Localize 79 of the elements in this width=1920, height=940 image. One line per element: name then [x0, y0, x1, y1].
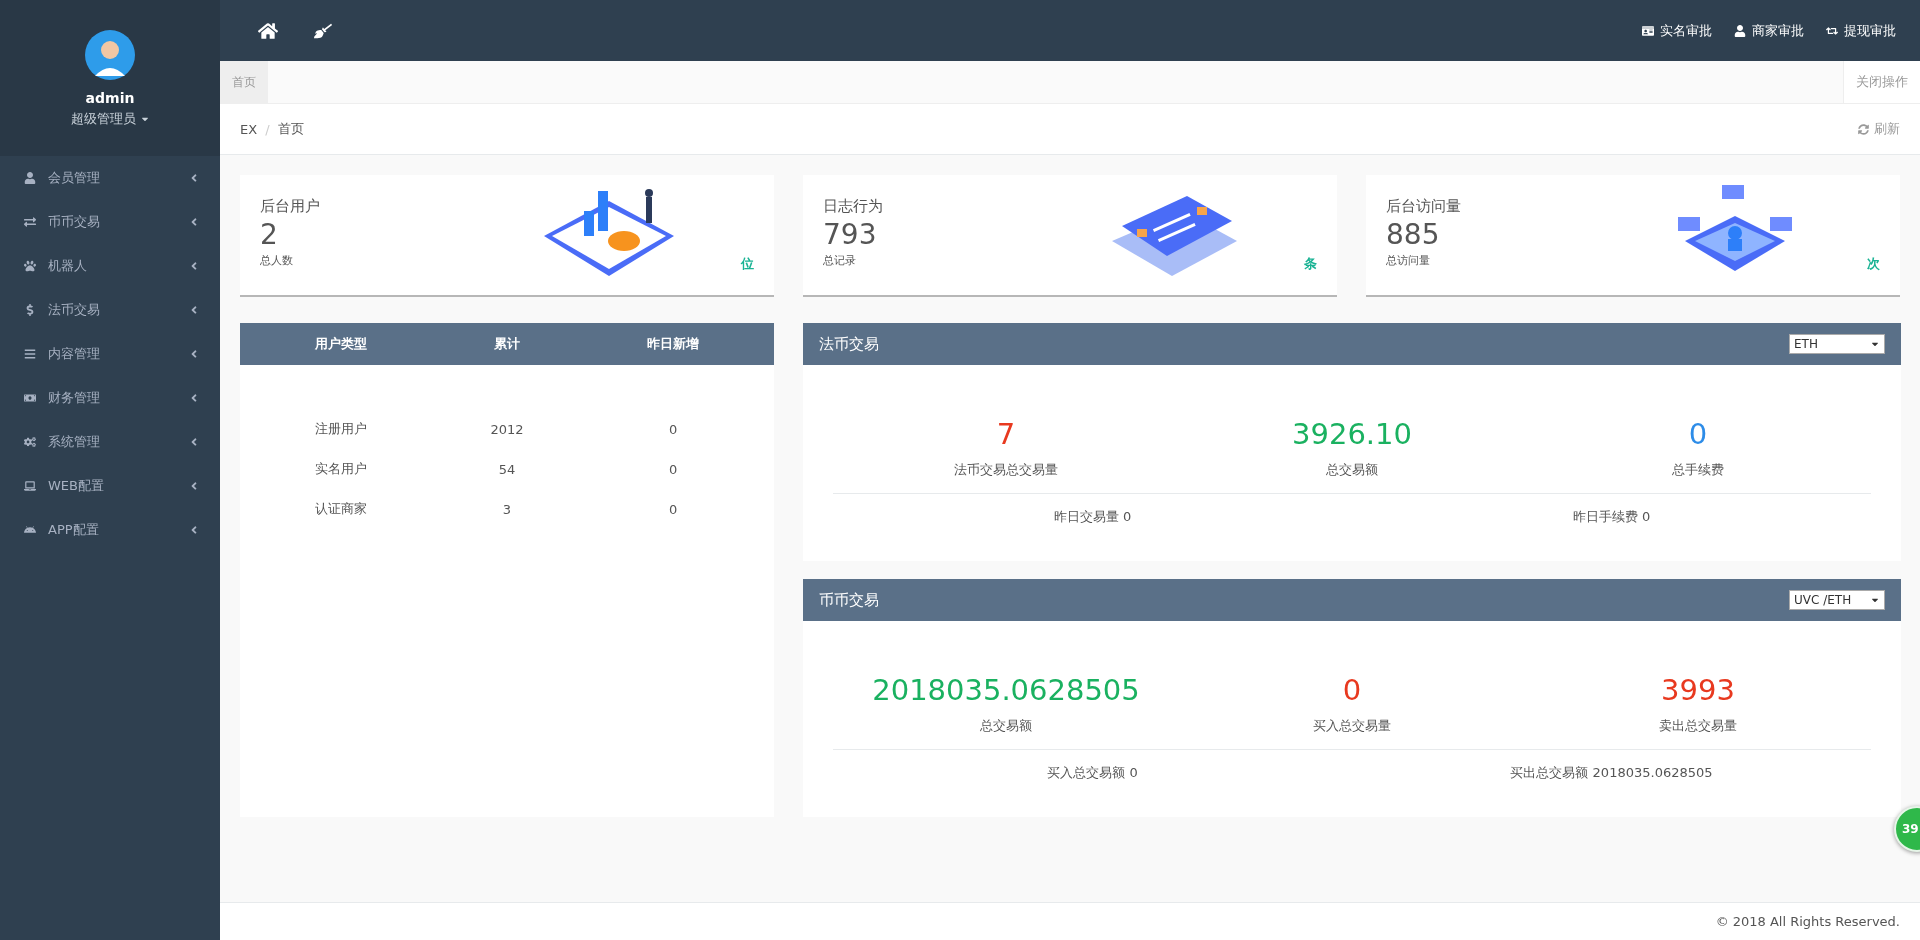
stat-value: 3993 [1661, 673, 1735, 707]
panel-title: 法币交易 [819, 334, 880, 354]
menu-item-icon [24, 480, 36, 492]
card-caption: 总人数 [260, 253, 294, 268]
card-value: 2 [260, 218, 279, 251]
sidebar-item[interactable]: 币币交易 [0, 200, 220, 244]
stat-label: 总交易额 [1326, 461, 1378, 479]
column-header: 累计 [441, 323, 573, 365]
panel-title: 币币交易 [819, 590, 880, 610]
close-tabs-button[interactable]: 关闭操作 [1843, 61, 1920, 103]
menu-item-icon [24, 260, 36, 272]
card-unit: 次 [1867, 255, 1880, 273]
stat-label: 买入总交易量 [1313, 717, 1391, 735]
card-caption: 总记录 [823, 253, 857, 268]
header-link[interactable]: 实名审批 [1642, 21, 1712, 40]
breadcrumb-separator: / [265, 121, 270, 137]
table-cell-text: 认证商家 [313, 500, 368, 518]
sidebar-item[interactable]: 会员管理 [0, 156, 220, 200]
menu-item-icon [24, 172, 36, 184]
table-cell-text: 0 [668, 460, 679, 479]
user-name: admin [85, 90, 135, 106]
refresh-icon [1858, 123, 1869, 135]
table-cell-text: 0 [668, 420, 679, 439]
home-icon[interactable] [258, 20, 278, 41]
menu-item-icon [24, 304, 36, 316]
stat-label: 总手续费 [1672, 461, 1724, 479]
sidebar-item[interactable]: WEB配置 [0, 464, 220, 508]
menu-item-icon [24, 348, 36, 360]
column-header: 昨日新增 [572, 323, 774, 365]
market-select[interactable]: UVC /ETH [1789, 590, 1885, 610]
breadcrumb-item: 首页 [277, 120, 304, 138]
link-icon [1734, 24, 1746, 37]
card-caption: 总访问量 [1386, 253, 1431, 268]
breadcrumb-item[interactable]: EX [240, 121, 258, 137]
sidebar-item[interactable]: APP配置 [0, 508, 220, 552]
table-cell-text: 2012 [489, 420, 525, 439]
header-link[interactable]: 提现审批 [1826, 21, 1896, 40]
summary-text: 昨日手续费 0 [1571, 508, 1652, 526]
sidebar-item[interactable]: 系统管理 [0, 420, 220, 464]
avatar [85, 30, 135, 80]
link-icon [1826, 24, 1838, 37]
card-unit: 条 [1304, 255, 1317, 273]
menu-item-icon [24, 524, 36, 536]
stat-value: 0 [1342, 673, 1362, 707]
card-title: 日志行为 [823, 197, 883, 216]
table-cell-text: 54 [497, 460, 517, 479]
stat-label: 总交易额 [980, 717, 1032, 735]
stat-label: 法币交易总交易量 [954, 461, 1058, 479]
summary-text: 买入总交易额 0 [1046, 764, 1139, 782]
sidebar-item[interactable]: 机器人 [0, 244, 220, 288]
summary-text: 昨日交易量 0 [1052, 508, 1133, 526]
role-dropdown[interactable]: 超级管理员 [70, 110, 150, 128]
card-title: 后台访问量 [1386, 197, 1461, 216]
summary-text: 买出总交易额 2018035.0628505 [1509, 764, 1714, 782]
table-cell-text: 3 [501, 500, 513, 519]
refresh-button[interactable]: 刷新 [1858, 120, 1900, 138]
card-value: 885 [1386, 218, 1441, 251]
stat-label: 卖出总交易量 [1659, 717, 1737, 735]
sidebar-item[interactable]: 财务管理 [0, 376, 220, 420]
menu-item-icon [24, 216, 36, 228]
market-select[interactable]: ETH [1789, 334, 1885, 354]
column-header: 用户类型 [240, 323, 442, 365]
card-unit: 位 [741, 255, 754, 273]
stat-value: 2018035.0628505 [872, 673, 1140, 707]
table-cell-text: 注册用户 [313, 420, 368, 438]
link-icon [1642, 24, 1654, 37]
sidebar-item[interactable]: 法币交易 [0, 288, 220, 332]
card-value: 793 [823, 218, 878, 251]
table-cell-text: 0 [668, 500, 679, 519]
copyright-text: © 2018 All Rights Reserved. [220, 902, 1920, 940]
menu-item-icon [24, 392, 36, 404]
table-cell-text: 实名用户 [313, 460, 368, 478]
card-title: 后台用户 [260, 197, 320, 216]
menu-item-icon [24, 436, 36, 448]
header-link[interactable]: 商家审批 [1734, 21, 1804, 40]
stat-value: 7 [996, 417, 1016, 451]
stat-value: 3926.10 [1292, 417, 1412, 451]
sidebar-item[interactable]: 内容管理 [0, 332, 220, 376]
stat-value: 0 [1688, 417, 1708, 451]
